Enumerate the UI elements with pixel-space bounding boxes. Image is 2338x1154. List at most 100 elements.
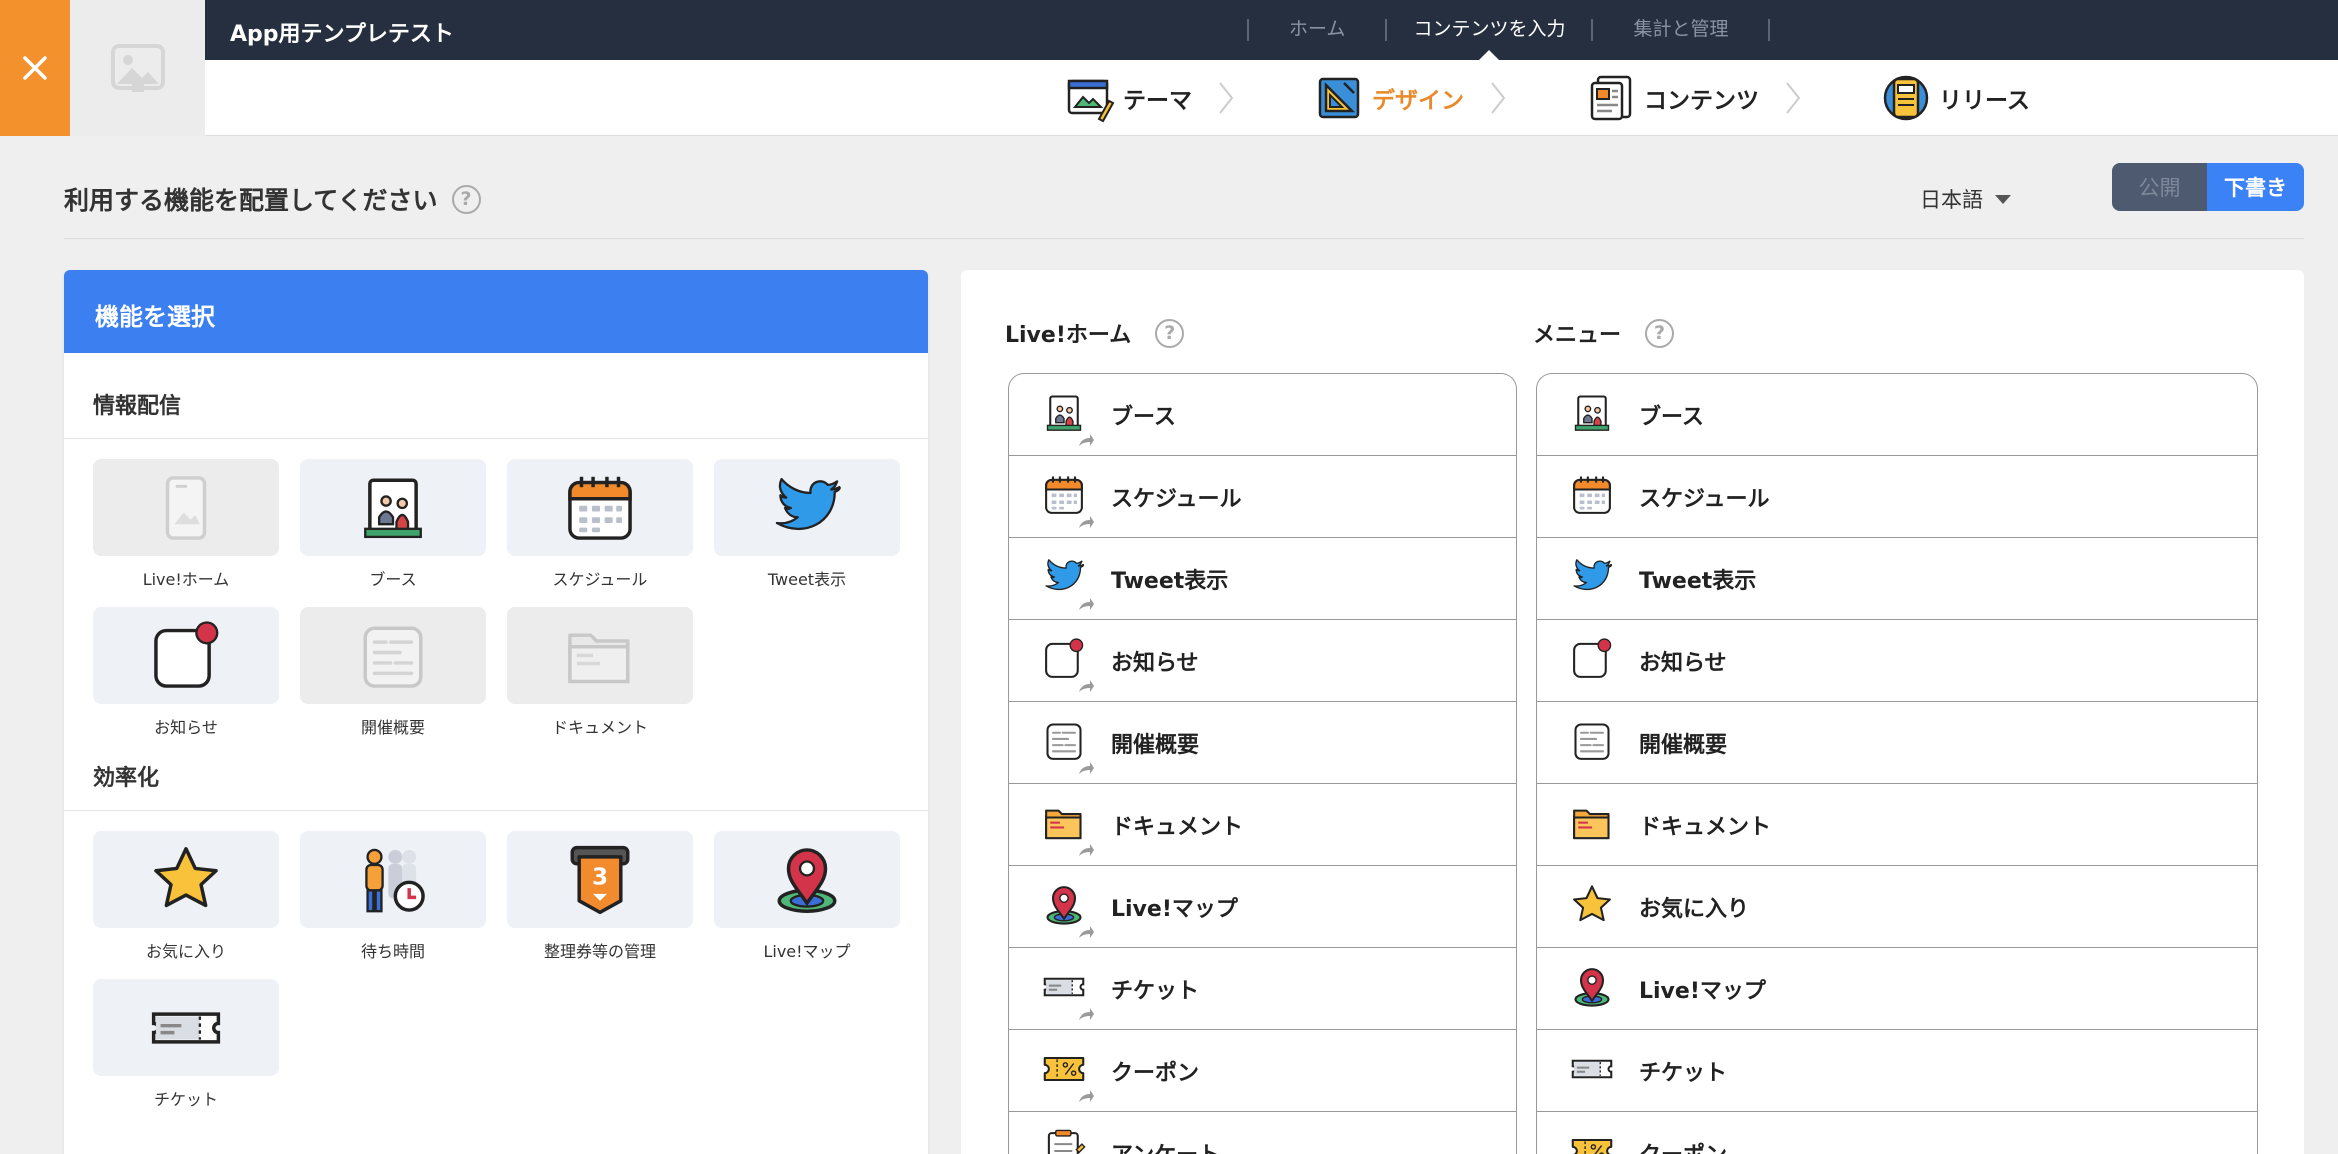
share-icon[interactable] — [1078, 843, 1094, 857]
feature-label: チケット — [153, 1090, 218, 1109]
share-icon[interactable] — [1078, 679, 1094, 693]
twitter-bird-icon — [770, 471, 844, 545]
list-item[interactable]: ドキュメント — [1537, 784, 2257, 866]
feature-tile-documents[interactable]: ドキュメント — [507, 607, 693, 755]
image-placeholder-icon — [110, 44, 165, 92]
help-icon[interactable]: ? — [1645, 318, 1675, 348]
feature-picker-panel: 機能を選択 情報配信 Live!ホーム ブース スケジュール Tweet表示 お… — [64, 270, 928, 1154]
list-item[interactable]: ドキュメント — [1009, 784, 1516, 866]
close-icon — [23, 56, 47, 80]
step-theme[interactable]: テーマ — [1065, 73, 1192, 123]
step-design[interactable]: デザイン — [1314, 73, 1464, 123]
coupon-icon — [1570, 1129, 1614, 1154]
layout-panel: Live!ホーム ? メニュー ? ブース スケジュール Tweet表示 お知ら… — [961, 270, 2304, 1154]
feature-label: お知らせ — [154, 718, 218, 737]
live-home-list: ブース スケジュール Tweet表示 お知らせ 開催概要 ドキュメント Live… — [1008, 373, 1517, 1154]
star-icon — [149, 843, 223, 917]
feature-tile-booth[interactable]: ブース — [300, 459, 486, 607]
share-icon[interactable] — [1078, 1007, 1094, 1021]
list-item[interactable]: クーポン — [1009, 1030, 1516, 1112]
ticket-icon — [149, 991, 223, 1065]
document-icon — [1570, 719, 1614, 763]
ticket-icon — [1042, 965, 1086, 1009]
notification-icon — [1570, 637, 1614, 681]
publish-toggle[interactable]: 公開 下書き — [2112, 163, 2304, 211]
public-option[interactable]: 公開 — [2112, 163, 2207, 211]
content-icon — [1590, 75, 1632, 121]
feature-label: Tweet表示 — [767, 570, 847, 589]
list-item[interactable]: アンケート — [1009, 1112, 1516, 1154]
feature-tile-ticket[interactable]: チケット — [93, 979, 279, 1127]
step-release[interactable]: リリース — [1881, 73, 2030, 123]
folder-icon — [563, 619, 637, 693]
divider — [64, 238, 2304, 239]
draft-option[interactable]: 下書き — [2207, 163, 2304, 211]
list-item[interactable]: Live!マップ — [1537, 948, 2257, 1030]
calendar-icon — [1570, 473, 1614, 517]
feature-label: Live!ホーム — [142, 570, 230, 589]
nav-home[interactable]: ホーム — [1249, 0, 1385, 60]
list-item[interactable]: Tweet表示 — [1537, 538, 2257, 620]
menu-column-title: メニュー ? — [1533, 317, 1675, 349]
list-item[interactable]: お知らせ — [1537, 620, 2257, 702]
share-icon[interactable] — [1078, 761, 1094, 775]
picker-title: 機能を選択 — [64, 270, 928, 353]
numbered-ticket-icon: 3 — [563, 843, 637, 917]
feature-tile-tweet[interactable]: Tweet表示 — [714, 459, 900, 607]
app-thumbnail[interactable] — [70, 0, 205, 136]
document-icon — [356, 619, 430, 693]
feature-tile-live-home[interactable]: Live!ホーム — [93, 459, 279, 607]
booth-icon — [1570, 391, 1614, 435]
list-item[interactable]: スケジュール — [1009, 456, 1516, 538]
list-item[interactable]: 開催概要 — [1537, 702, 2257, 784]
feature-tile-wait-time[interactable]: 待ち時間 — [300, 831, 486, 979]
nav-content-input[interactable]: コンテンツを入力 — [1387, 0, 1591, 60]
share-icon[interactable] — [1078, 925, 1094, 939]
chevron-right-icon — [1219, 82, 1234, 114]
share-icon[interactable] — [1078, 1089, 1094, 1103]
list-item[interactable]: お気に入り — [1537, 866, 2257, 948]
feature-tile-schedule[interactable]: スケジュール — [507, 459, 693, 607]
step-label: コンテンツ — [1644, 88, 1759, 114]
feature-label: Live!マップ — [763, 942, 851, 961]
survey-icon — [1042, 1129, 1086, 1154]
feature-label: スケジュール — [552, 570, 648, 589]
share-icon[interactable] — [1078, 597, 1094, 611]
feature-tile-favorites[interactable]: お気に入り — [93, 831, 279, 979]
share-icon[interactable] — [1078, 515, 1094, 529]
list-item[interactable]: お知らせ — [1009, 620, 1516, 702]
list-item[interactable]: ブース — [1009, 374, 1516, 456]
calendar-icon — [1042, 473, 1086, 517]
list-item[interactable]: Live!マップ — [1009, 866, 1516, 948]
feature-label: 待ち時間 — [360, 942, 425, 961]
coupon-icon — [1042, 1047, 1086, 1091]
list-item[interactable]: チケット — [1009, 948, 1516, 1030]
list-item[interactable]: ブース — [1537, 374, 2257, 456]
close-button[interactable] — [0, 0, 70, 136]
caret-down-icon — [1995, 194, 2011, 204]
booth-icon — [1042, 391, 1086, 435]
list-item[interactable]: Tweet表示 — [1009, 538, 1516, 620]
folder-icon — [1042, 801, 1086, 845]
feature-label: ドキュメント — [551, 718, 648, 737]
theme-icon — [1067, 79, 1115, 123]
language-select[interactable]: 日本語 — [1920, 184, 2011, 214]
list-item[interactable]: クーポン — [1537, 1112, 2257, 1154]
feature-tile-numbered-ticket[interactable]: 3 整理券等の管理 — [507, 831, 693, 979]
design-icon — [1318, 77, 1360, 119]
feature-tile-overview[interactable]: 開催概要 — [300, 607, 486, 755]
help-icon[interactable]: ? — [1155, 318, 1185, 348]
step-content[interactable]: コンテンツ — [1586, 73, 1759, 123]
share-icon[interactable] — [1078, 433, 1094, 447]
list-item[interactable]: スケジュール — [1537, 456, 2257, 538]
language-value: 日本語 — [1920, 188, 1983, 212]
nav-analytics[interactable]: 集計と管理 — [1593, 0, 1768, 60]
list-item[interactable]: 開催概要 — [1009, 702, 1516, 784]
feature-tile-notice[interactable]: お知らせ — [93, 607, 279, 755]
list-item[interactable]: チケット — [1537, 1030, 2257, 1112]
feature-tile-live-map[interactable]: Live!マップ — [714, 831, 900, 979]
calendar-icon — [563, 471, 637, 545]
help-icon[interactable]: ? — [451, 184, 481, 214]
feature-label: 開催概要 — [360, 718, 425, 737]
star-icon — [1570, 883, 1614, 927]
